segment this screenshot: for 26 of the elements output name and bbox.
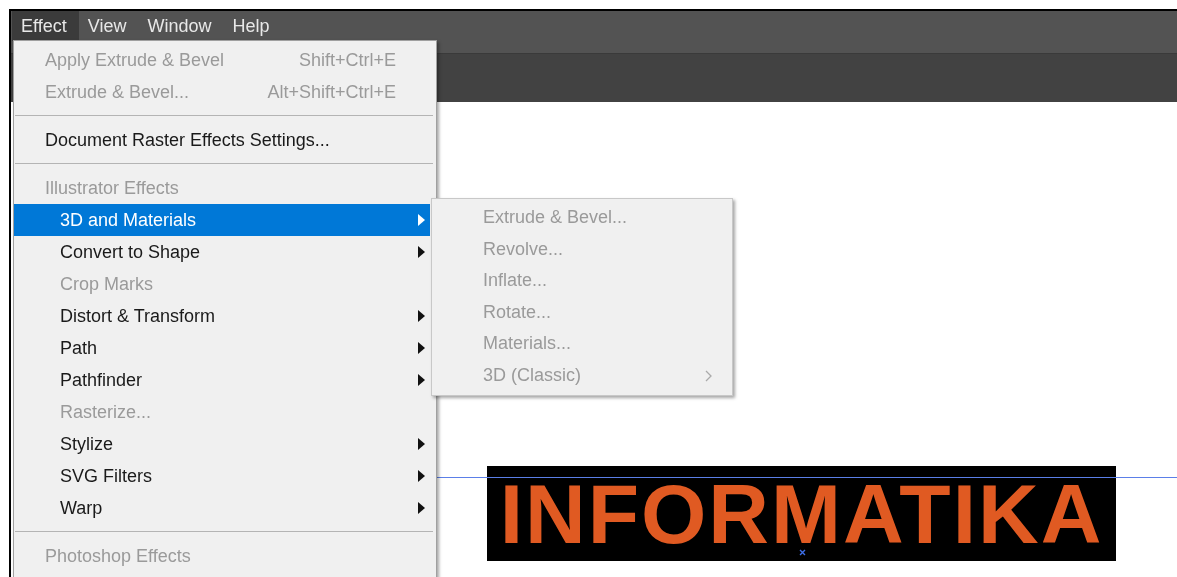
chevron-icon [705, 369, 712, 382]
menu-item[interactable]: SVG Filters [14, 460, 430, 492]
submenu-arrow-icon [418, 310, 425, 322]
menu-bar-item[interactable]: Effect [12, 11, 79, 41]
submenu-arrow-icon [418, 374, 425, 386]
submenu-arrow-icon [418, 438, 425, 450]
menu-item[interactable]: 3D and Materials [14, 204, 430, 236]
menu-item[interactable]: Distort & Transform [14, 300, 430, 332]
submenu-arrow-icon [418, 246, 425, 258]
submenu-arrow-icon [418, 214, 425, 226]
menu-item[interactable]: Path [14, 332, 430, 364]
center-point-icon [799, 549, 806, 556]
menu-bar-item[interactable]: View [78, 11, 139, 41]
submenu-arrow-icon [418, 342, 425, 354]
menu-item[interactable]: Warp [14, 492, 430, 524]
menu-section-header: Photoshop Effects [44, 544, 192, 568]
submenu-arrow-icon [418, 470, 425, 482]
artwork-text: INFORMATIKA [499, 482, 1104, 545]
menu-bar-item[interactable]: Window [138, 11, 224, 41]
menu-item[interactable]: Stylize [14, 428, 430, 460]
submenu-arrow-icon [418, 502, 425, 514]
menu-item[interactable]: Document Raster Effects Settings... [14, 124, 436, 156]
menu-item[interactable]: Convert to Shape [14, 236, 430, 268]
menu-section-header: Illustrator Effects [44, 176, 180, 200]
menu-item[interactable]: Pathfinder [14, 364, 430, 396]
menu-bar-item[interactable]: Help [223, 11, 282, 41]
